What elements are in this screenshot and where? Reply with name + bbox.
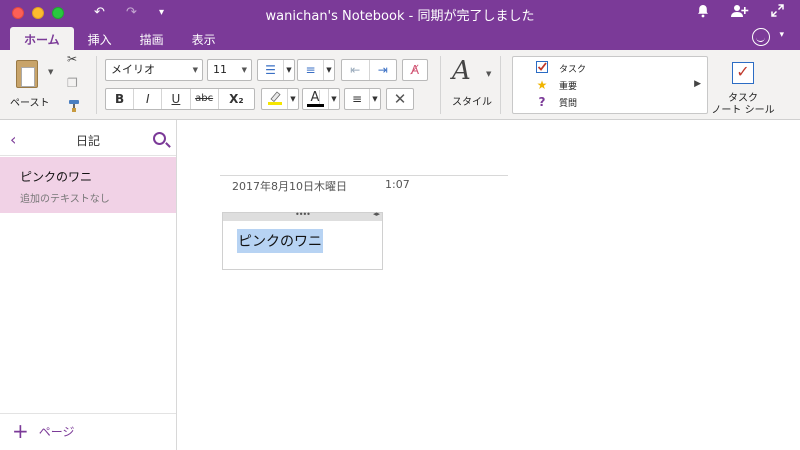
chevron-down-icon: ▼: [286, 66, 292, 74]
tag-question[interactable]: ? 質問: [535, 94, 578, 110]
section-title: 日記: [75, 134, 100, 148]
chevron-down-icon: ▼: [241, 66, 247, 74]
highlighter-icon: [262, 89, 288, 109]
checkbox-icon: ✓: [732, 62, 754, 84]
expand-icon[interactable]: [771, 4, 784, 23]
tab-insert[interactable]: 挿入: [74, 27, 126, 50]
ribbon-home: ▼ ペースト ✂ ❐ メイリオ ▼ 11 ▼ ☰ ▼ ≡ ▼ ⇤ ⇥ A̸ B …: [0, 50, 800, 120]
paste-label: ペースト: [10, 98, 50, 109]
subscript-button[interactable]: X₂: [219, 89, 254, 109]
font-name-select[interactable]: メイリオ ▼: [105, 59, 203, 81]
page-date: 2017年8月10日木曜日: [232, 180, 347, 193]
tags-gallery: タスク ★ 重要 ? 質問 ▶: [512, 56, 708, 114]
tag-important[interactable]: ★ 重要: [535, 77, 577, 93]
styles-icon: A: [452, 56, 471, 86]
feedback-dropdown-icon[interactable]: ▾: [779, 30, 784, 40]
bold-button[interactable]: B: [106, 89, 135, 109]
ribbon-separator: [440, 56, 441, 114]
italic-button[interactable]: I: [134, 89, 163, 109]
tag-important-label: 重要: [559, 81, 578, 92]
font-name-value: メイリオ: [111, 63, 155, 76]
chevron-down-icon: ▼: [331, 95, 337, 103]
indent-group: ⇤ ⇥: [341, 59, 397, 81]
question-icon: ?: [538, 95, 546, 109]
chevron-down-icon[interactable]: ▼: [48, 68, 53, 76]
page-title-underline: [220, 175, 508, 176]
note-text[interactable]: ピンクのワニ: [237, 229, 323, 253]
numbered-list-button[interactable]: ≡ ▼: [297, 59, 335, 81]
underline-button[interactable]: U: [162, 89, 191, 109]
tab-home[interactable]: ホーム: [10, 27, 74, 50]
todo-tag-label: タスク ノート シール: [700, 93, 786, 117]
format-painter-icon[interactable]: [67, 99, 81, 116]
align-left-icon: ≡: [345, 89, 370, 109]
chevron-down-icon: ▼: [326, 66, 332, 74]
bell-icon[interactable]: [697, 4, 709, 24]
font-size-select[interactable]: 11 ▼: [207, 59, 252, 81]
copy-icon[interactable]: ❐: [67, 76, 78, 90]
tab-view[interactable]: 表示: [178, 27, 230, 50]
highlight-button[interactable]: ▼: [261, 88, 299, 110]
drag-handle-icon[interactable]: ••••: [295, 210, 311, 219]
todo-tag-label-line2: ノート シール: [711, 105, 775, 116]
increase-indent-icon[interactable]: ⇥: [370, 60, 397, 80]
decrease-indent-icon[interactable]: ⇤: [342, 60, 370, 80]
tag-task[interactable]: タスク: [535, 60, 586, 76]
ribbon-separator: [96, 56, 97, 114]
resize-handle-icon[interactable]: ◂▸: [373, 210, 380, 218]
page-list-item[interactable]: ピンクのワニ 追加のテキストなし: [0, 157, 176, 213]
clipboard-icon: [16, 60, 38, 88]
tag-task-label: タスク: [559, 64, 587, 75]
divider: [0, 413, 176, 414]
text-format-group: B I U abc X₂: [105, 88, 255, 110]
styles-label: スタイル: [452, 97, 492, 108]
chevron-down-icon: ▼: [372, 95, 378, 103]
eraser-icon: A̸: [410, 63, 420, 77]
ribbon-tabs: ホーム 挿入 描画 表示: [10, 27, 230, 50]
clear-formatting-button[interactable]: A̸: [402, 59, 428, 81]
chevron-down-icon: ▼: [192, 66, 198, 74]
tag-question-label: 質問: [559, 98, 578, 109]
font-size-value: 11: [213, 63, 227, 76]
todo-tag-label-line1: タスク: [728, 93, 758, 104]
page-time: 1:07: [385, 178, 410, 191]
bullet-list-button[interactable]: ☰ ▼: [257, 59, 295, 81]
plus-icon: +: [12, 419, 29, 443]
expand-tags-icon[interactable]: ▶: [694, 79, 701, 89]
strikethrough-button[interactable]: abc: [191, 89, 219, 109]
tab-draw[interactable]: 描画: [126, 27, 178, 50]
divider: [0, 155, 176, 156]
star-icon: ★: [536, 78, 548, 92]
align-button[interactable]: ≡ ▼: [344, 88, 381, 110]
checkbox-icon: [535, 60, 549, 76]
title-bar: ↶ ↷ ▾ wanichan's Notebook - 同期が完了しました ホー…: [0, 0, 800, 50]
add-page-label: ページ: [38, 424, 75, 439]
font-color-icon: A: [303, 89, 329, 109]
window-title: wanichan's Notebook - 同期が完了しました: [265, 9, 535, 24]
search-icon[interactable]: [153, 132, 166, 145]
page-list-sidebar: ‹ 日記 ピンクのワニ 追加のテキストなし + ページ: [0, 120, 177, 450]
bullet-list-icon: ☰: [258, 60, 284, 80]
delete-button[interactable]: ✕: [386, 88, 414, 110]
note-container[interactable]: •••• ◂▸ ピンクのワニ: [222, 210, 383, 270]
ribbon-separator: [500, 56, 501, 114]
add-page-button[interactable]: + ページ: [12, 419, 75, 443]
note-canvas[interactable]: 2017年8月10日木曜日 1:07 •••• ◂▸ ピンクのワニ: [178, 120, 800, 450]
chevron-down-icon: ▼: [486, 70, 492, 78]
page-date-row: 2017年8月10日木曜日 1:07: [232, 178, 410, 194]
paste-button[interactable]: ▼ ペースト: [8, 56, 56, 116]
page-title: ピンクのワニ: [20, 170, 93, 184]
close-icon: ✕: [393, 90, 407, 108]
feedback-smiley-icon[interactable]: [752, 28, 770, 46]
numbered-list-icon: ≡: [298, 60, 324, 80]
font-color-glyph: A: [310, 90, 321, 105]
font-color-button[interactable]: A ▼: [302, 88, 340, 110]
chevron-down-icon: ▼: [290, 95, 296, 103]
add-person-icon[interactable]: [731, 4, 749, 24]
cut-icon[interactable]: ✂: [67, 52, 77, 66]
note-container-handle[interactable]: •••• ◂▸: [223, 210, 382, 221]
page-subtitle: 追加のテキストなし: [20, 194, 110, 205]
